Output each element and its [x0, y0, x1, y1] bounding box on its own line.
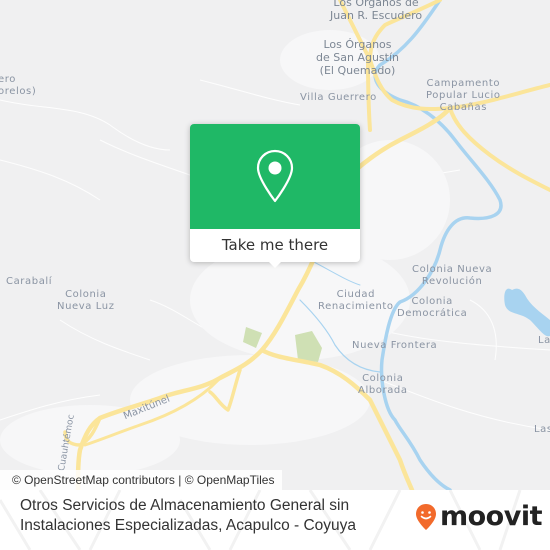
popup-header: [190, 124, 360, 229]
popup-pointer: [267, 260, 283, 268]
map-canvas[interactable]: Los Órganos de Juan R. Escudero Los Órga…: [0, 0, 550, 490]
moovit-logo[interactable]: moovit: [415, 501, 543, 532]
place-label-las: Las: [534, 424, 550, 435]
place-label-nueva-revolucion: Colonia Nueva Revolución: [412, 264, 493, 287]
moovit-pin-icon: [416, 504, 436, 530]
moovit-wordmark: moovit: [440, 501, 543, 532]
map-pin-icon: [256, 149, 294, 203]
place-label-juan-escudero: Los Órganos de Juan R. Escudero: [330, 0, 423, 22]
location-popup[interactable]: Take me there: [190, 124, 360, 268]
place-label-ciudad-renacimiento: Ciudad Renacimiento: [318, 289, 394, 312]
place-label-left-edge: ero orelos): [0, 74, 37, 97]
place-label-alborada: Colonia Alborada: [358, 373, 408, 396]
take-me-there-button[interactable]: Take me there: [190, 229, 360, 262]
place-label-san-agustin: Los Órganos de San Agustín (El Quemado): [316, 38, 399, 77]
place-label-carabali: Carabalí: [6, 276, 53, 287]
place-label-villa-guerrero: Villa Guerrero: [300, 92, 377, 103]
lake: [504, 288, 550, 337]
place-label-nueva-luz: Colonia Nueva Luz: [57, 289, 115, 312]
place-label-nueva-frontera: Nueva Frontera: [352, 340, 438, 351]
place-label-democratica: Colonia Democrática: [397, 296, 468, 319]
footer-bar: Otros Servicios de Almacenamiento Genera…: [0, 490, 550, 550]
place-label-la: La: [538, 335, 550, 346]
place-title: Otros Servicios de Almacenamiento Genera…: [20, 497, 357, 534]
place-label-campamento: Campamento Popular Lucio Cabañas: [426, 78, 501, 113]
road: [448, 106, 550, 192]
map-attribution[interactable]: © OpenStreetMap contributors | © OpenMap…: [0, 470, 283, 490]
